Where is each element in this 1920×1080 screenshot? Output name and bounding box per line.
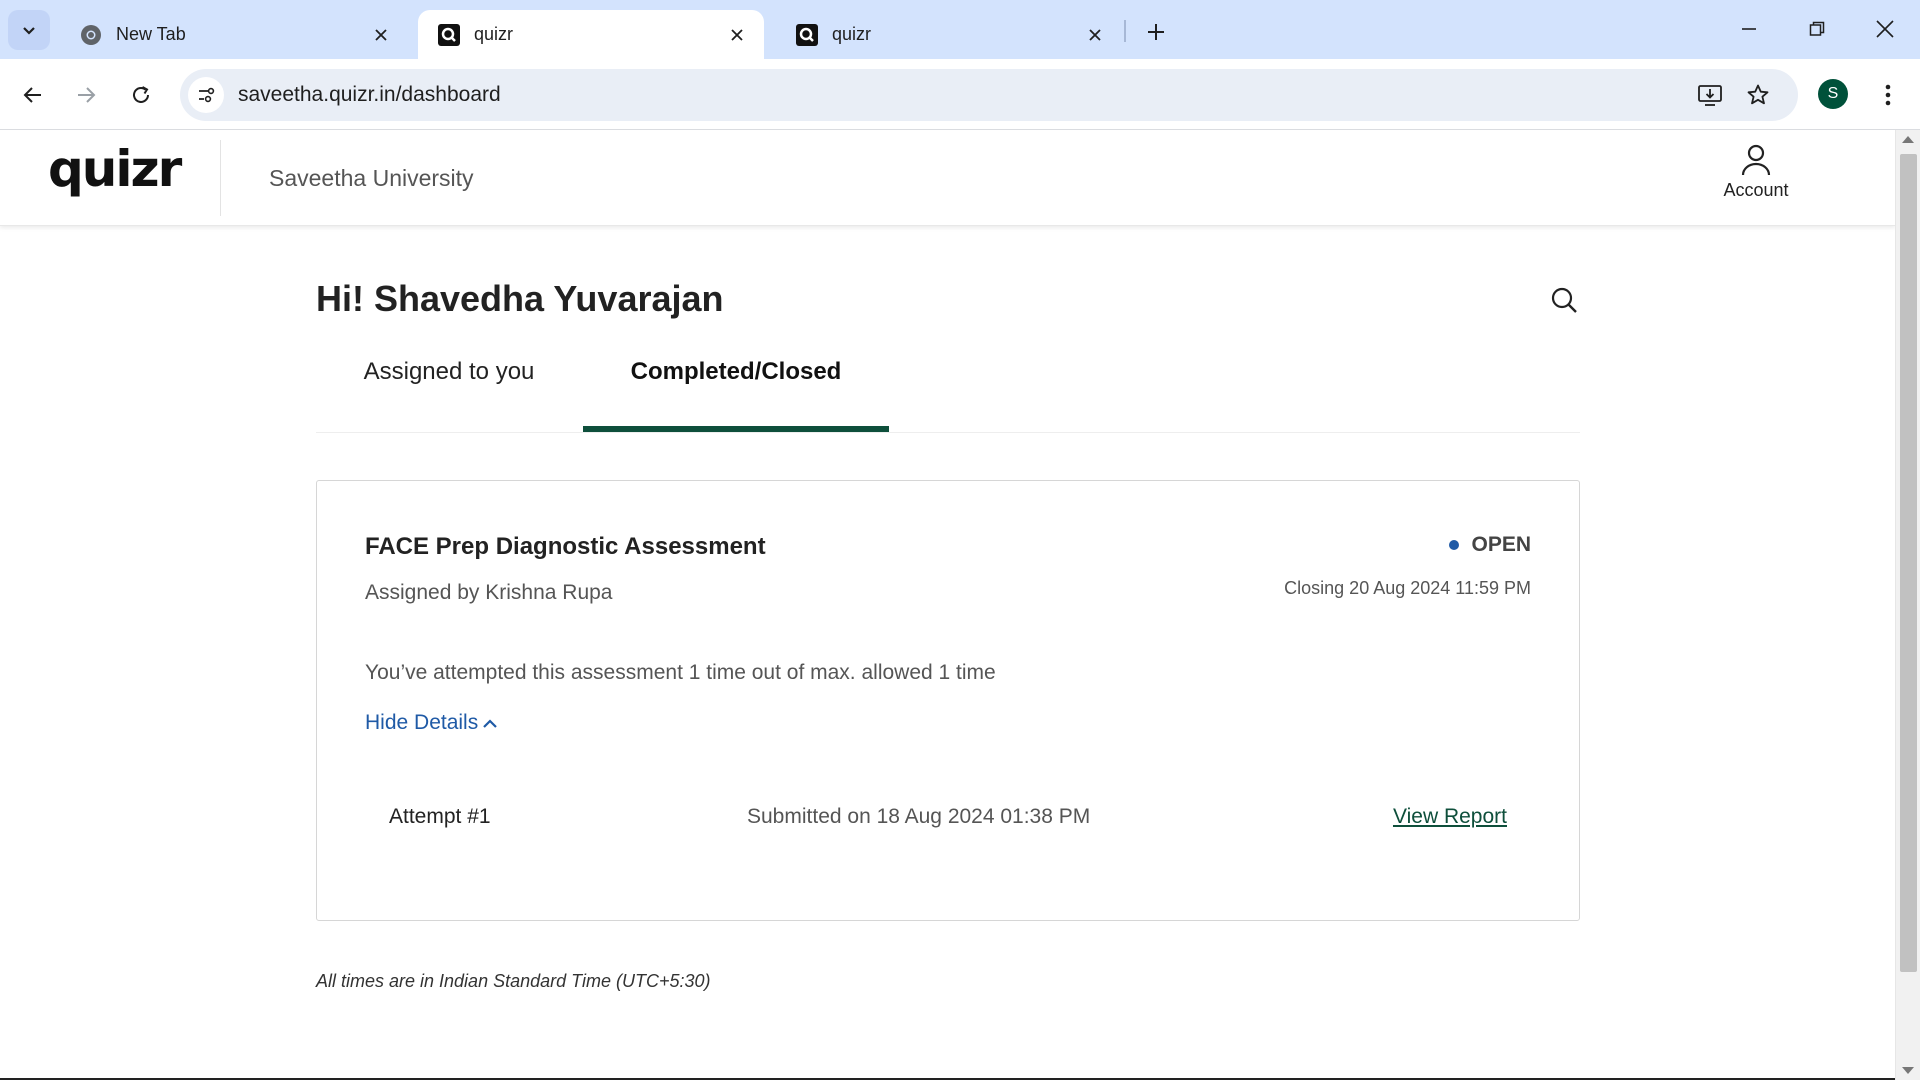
status-label: OPEN xyxy=(1471,533,1531,556)
site-info-icon[interactable] xyxy=(188,77,224,113)
restore-button[interactable] xyxy=(1792,6,1842,52)
assessment-title: FACE Prep Diagnostic Assessment xyxy=(365,533,766,560)
assessment-card: FACE Prep Diagnostic Assessment Assigned… xyxy=(316,480,1580,921)
tab-completed-closed[interactable]: Completed/Closed xyxy=(583,358,889,432)
scroll-up-arrow-icon[interactable] xyxy=(1902,136,1914,143)
chevron-up-icon xyxy=(483,719,497,728)
browser-menu-button[interactable] xyxy=(1870,75,1906,115)
quizr-favicon xyxy=(796,23,818,46)
bookmark-star-icon[interactable] xyxy=(1740,77,1776,113)
more-vert-icon xyxy=(1885,84,1891,106)
close-window-button[interactable] xyxy=(1860,6,1910,52)
tab-label: Completed/Closed xyxy=(630,358,842,385)
user-icon xyxy=(1741,144,1771,176)
page-scrollbar[interactable] xyxy=(1895,130,1920,1080)
address-bar[interactable]: saveetha.quizr.in/dashboard xyxy=(180,69,1798,121)
arrow-left-icon xyxy=(23,87,41,103)
tab-search-button[interactable] xyxy=(8,10,50,50)
reload-button[interactable] xyxy=(121,75,161,115)
tabs-divider xyxy=(316,432,1580,433)
header-divider xyxy=(220,140,221,216)
attempt-count-text: You’ve attempted this assessment 1 time … xyxy=(365,661,996,684)
tab-title: quizr xyxy=(832,24,872,44)
assigned-by-text: Assigned by Krishna Rupa xyxy=(365,581,613,604)
minimize-icon xyxy=(1742,28,1756,30)
page-title: Hi! Shavedha Yuvarajan xyxy=(316,278,724,319)
close-tab-icon[interactable] xyxy=(1082,22,1108,48)
restore-icon xyxy=(1809,21,1825,36)
status-dot-icon xyxy=(1449,540,1460,550)
chrome-icon xyxy=(80,24,102,46)
attempt-label: Attempt #1 xyxy=(389,805,491,828)
back-button[interactable] xyxy=(13,75,53,115)
close-icon xyxy=(1876,20,1894,38)
search-icon xyxy=(1551,287,1577,313)
profile-avatar[interactable]: S xyxy=(1818,79,1848,109)
chevron-down-icon xyxy=(23,27,35,35)
tab-label: Assigned to you xyxy=(363,358,535,385)
new-tab-button[interactable] xyxy=(1138,14,1174,50)
view-report-link[interactable]: View Report xyxy=(1393,805,1507,829)
hide-details-label: Hide Details xyxy=(365,711,479,734)
hide-details-link[interactable]: Hide Details xyxy=(365,711,498,735)
browser-tabstrip: New Tab quizr quizr xyxy=(0,0,1920,59)
tab-title: New Tab xyxy=(116,24,186,44)
browser-tab-quizr[interactable]: quizr xyxy=(776,10,1122,59)
quizr-logo[interactable]: quizr xyxy=(48,144,182,194)
minimize-button[interactable] xyxy=(1724,6,1774,52)
closing-time: Closing 20 Aug 2024 11:59 PM xyxy=(1284,578,1531,598)
close-tab-icon[interactable] xyxy=(368,22,394,48)
account-label: Account xyxy=(1723,180,1789,200)
tab-title: quizr xyxy=(474,24,514,44)
plus-icon xyxy=(1148,24,1164,40)
active-tab-indicator xyxy=(583,426,889,432)
quizr-favicon xyxy=(438,23,460,46)
browser-tab-new-tab[interactable]: New Tab xyxy=(60,10,408,59)
scrollbar-thumb[interactable] xyxy=(1900,154,1917,972)
browser-toolbar: saveetha.quizr.in/dashboard S xyxy=(0,59,1920,130)
page-viewport: quizr Saveetha University Account Hi! Sh… xyxy=(0,130,1920,1080)
close-tab-icon[interactable] xyxy=(724,22,750,48)
browser-tab-quizr-active[interactable]: quizr xyxy=(418,10,764,59)
scroll-down-arrow-icon[interactable] xyxy=(1902,1067,1914,1074)
attempt-row: Attempt #1 Submitted on 18 Aug 2024 01:3… xyxy=(365,791,1531,843)
reload-icon xyxy=(133,86,149,103)
university-name: Saveetha University xyxy=(269,165,474,191)
site-header: quizr Saveetha University Account xyxy=(0,130,1895,226)
tab-separator xyxy=(1124,20,1126,42)
submitted-time: Submitted on 18 Aug 2024 01:38 PM xyxy=(747,805,1091,828)
timezone-note: All times are in Indian Standard Time (U… xyxy=(316,971,711,991)
url-text: saveetha.quizr.in/dashboard xyxy=(238,83,501,106)
status-badge: OPEN xyxy=(1449,533,1531,557)
forward-button[interactable] xyxy=(66,75,106,115)
tab-assigned-to-you[interactable]: Assigned to you xyxy=(316,358,582,432)
arrow-right-icon xyxy=(78,87,96,103)
account-button[interactable]: Account xyxy=(1718,144,1794,201)
install-app-icon[interactable] xyxy=(1692,77,1728,113)
search-button[interactable] xyxy=(1546,282,1582,318)
